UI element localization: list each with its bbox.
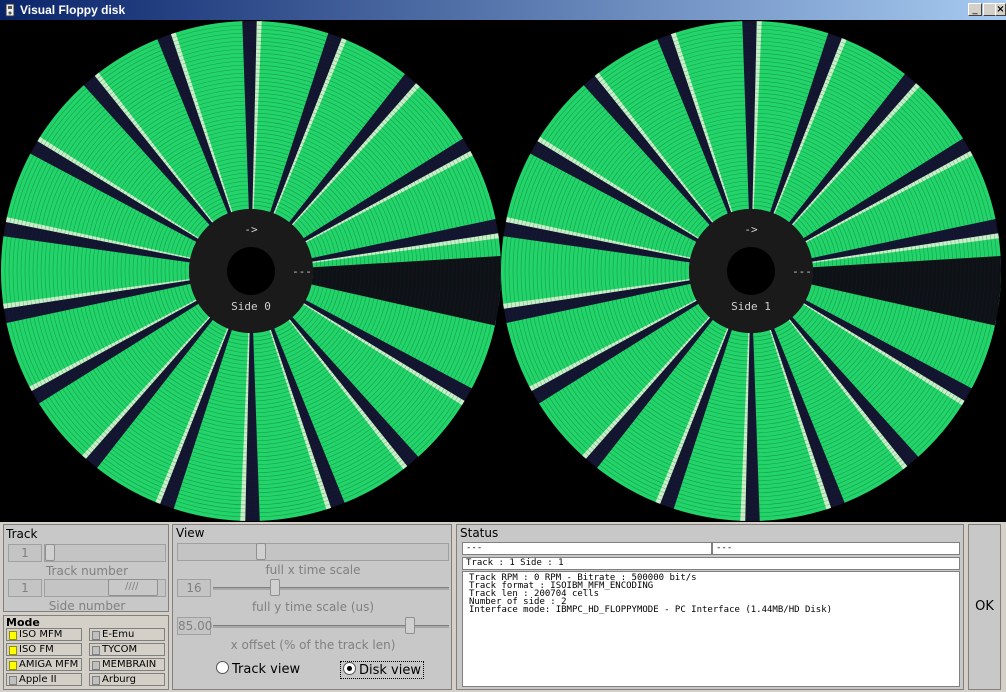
track-view-radio[interactable]: Track view: [216, 661, 300, 677]
grip-icon: ////: [125, 581, 139, 592]
y-scale-slider-track: [213, 587, 449, 590]
track-slider[interactable]: [44, 544, 166, 562]
side-label: Side 1: [731, 300, 771, 313]
track-group-title: Track: [6, 527, 38, 541]
rotation-arrow-label: ->: [744, 223, 758, 236]
mode-group: Mode ISO MFM E-Emu ISO FM TYCOM AMIGA MFM MEM…: [3, 615, 169, 690]
mode-button-tycom[interactable]: TYCOM: [89, 643, 165, 656]
status-field-left: ---: [462, 542, 712, 555]
track-info-text: Track RPM : 0 RPM - Bitrate : 500000 bit…: [462, 571, 960, 687]
track-slider-thumb[interactable]: [45, 544, 55, 561]
view-group: View full x time scale 16 full y time sc…: [172, 524, 452, 690]
mode-button-amiga-mfm[interactable]: AMIGA MFM: [6, 658, 82, 671]
mode-button-label: Arburg: [102, 674, 136, 685]
disk-view-radio[interactable]: Disk view: [340, 661, 424, 679]
index-marker-label: ---: [292, 265, 312, 278]
mode-led-icon: [9, 676, 17, 685]
status-group-title: Status: [460, 526, 499, 540]
disk-view-svg: -> --- Side 0 -> --- Side 1: [0, 21, 1002, 521]
x-scale-slider-box: [177, 543, 449, 561]
mode-button-label: MEMBRAIN: [102, 659, 157, 670]
side-label: Side 0: [231, 300, 271, 313]
window-title: Visual Floppy disk: [20, 3, 126, 17]
x-offset-slider[interactable]: [213, 617, 449, 635]
view-group-title: View: [176, 526, 205, 540]
mode-button-iso-fm[interactable]: ISO FM: [6, 643, 82, 656]
mode-led-icon: [92, 646, 100, 655]
track-view-label: Track view: [232, 662, 301, 677]
track-number-field[interactable]: 1: [8, 544, 42, 562]
status-field-right: ---: [712, 542, 960, 555]
track-view-radio-dot: [216, 661, 229, 674]
mode-led-icon: [9, 661, 17, 670]
mode-button-label: TYCOM: [102, 644, 138, 655]
disk-canvas: -> --- Side 0 -> --- Side 1: [0, 20, 1006, 522]
title-bar: Visual Floppy disk _ ×: [0, 0, 1006, 20]
x-offset-field[interactable]: 85.00: [177, 617, 212, 635]
mode-led-icon: [92, 676, 100, 685]
side-slider[interactable]: ////: [44, 579, 166, 597]
mode-led-icon: [9, 646, 17, 655]
side-number-field[interactable]: 1: [8, 579, 42, 597]
minimize-button[interactable]: _: [968, 3, 982, 16]
index-marker-label: ---: [792, 265, 812, 278]
track-slider-box: [44, 544, 166, 562]
track-number-label: Track number: [45, 564, 129, 578]
y-scale-field[interactable]: 16: [177, 579, 211, 597]
x-scale-slider-thumb[interactable]: [256, 543, 266, 560]
mode-button-apple-ii[interactable]: Apple II: [6, 673, 82, 686]
x-offset-label: x offset (% of the track len): [230, 638, 396, 652]
mode-button-membrain[interactable]: MEMBRAIN: [89, 658, 165, 671]
close-button[interactable]: ×: [995, 3, 1006, 16]
mode-led-icon: [9, 631, 17, 640]
track-group: Track 1 Track number 1 //// Side number: [3, 524, 169, 613]
ok-button[interactable]: OK: [968, 524, 1001, 690]
mode-button-label: Apple II: [19, 674, 57, 685]
mode-button-iso-mfm[interactable]: ISO MFM: [6, 628, 82, 641]
info-line: Interface mode: IBMPC_HD_FLOPPYMODE - PC…: [469, 605, 833, 615]
status-group: Status --- --- Track : 1 Side : 1 Track …: [456, 524, 964, 690]
side-number-label: Side number: [48, 599, 126, 613]
mode-led-icon: [92, 631, 100, 640]
mode-button-label: E-Emu: [102, 629, 135, 640]
x-scale-label: full x time scale: [265, 563, 361, 577]
mode-button-label: ISO FM: [19, 644, 54, 655]
y-scale-label: full y time scale (us): [251, 600, 375, 614]
mode-button-label: AMIGA MFM: [19, 659, 79, 670]
app-icon: [5, 3, 15, 17]
disk-view-radio-dot: [343, 662, 356, 675]
rotation-arrow-label: ->: [244, 223, 258, 236]
disk-side-1: -> --- Side 1: [501, 21, 1002, 521]
side-slider-thumb[interactable]: ////: [108, 579, 158, 596]
disk-view-label: Disk view: [359, 663, 421, 678]
spindle-hole: [227, 247, 275, 295]
y-scale-slider[interactable]: [213, 579, 449, 597]
mode-button-e-emu[interactable]: E-Emu: [89, 628, 165, 641]
spindle-hole: [727, 247, 775, 295]
mode-button-label: ISO MFM: [19, 629, 63, 640]
control-panel: Track 1 Track number 1 //// Side number …: [0, 522, 1006, 692]
x-offset-slider-thumb[interactable]: [405, 617, 415, 634]
x-scale-slider[interactable]: [177, 543, 449, 561]
mode-led-icon: [92, 661, 100, 670]
y-scale-slider-thumb[interactable]: [270, 579, 280, 596]
track-side-status: Track : 1 Side : 1: [462, 557, 960, 570]
mode-button-arburg[interactable]: Arburg: [89, 673, 165, 686]
disk-side-0: -> --- Side 0: [0, 21, 502, 521]
